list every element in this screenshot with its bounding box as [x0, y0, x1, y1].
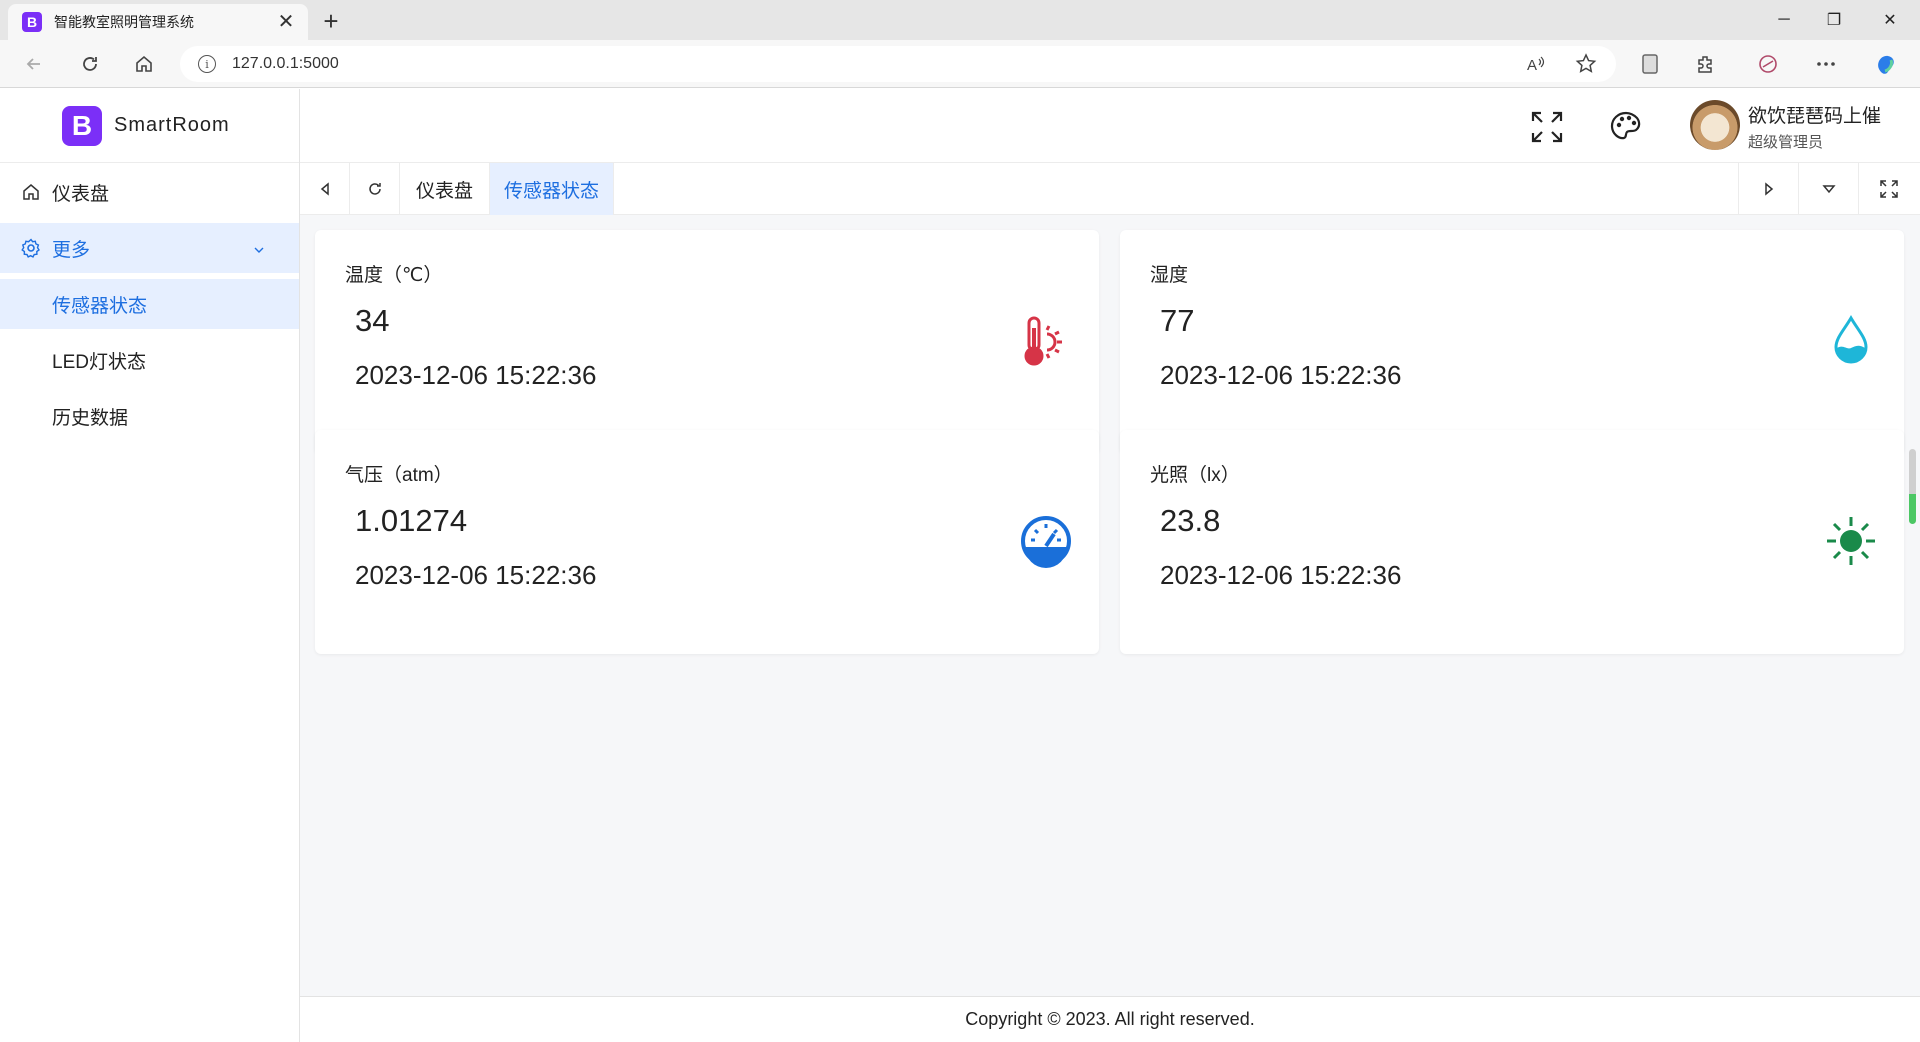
sidebar: B SmartRoom 仪表盘 更多 传感器状态 LED灯状态 历史数据	[0, 89, 300, 1042]
card-value: 1.01274	[355, 503, 468, 538]
sidebar-item-more[interactable]: 更多	[0, 223, 299, 273]
browser-tab-title: 智能教室照明管理系统	[54, 14, 194, 30]
browser-toolbar: i 127.0.0.1:5000 A	[0, 40, 1920, 88]
card-timestamp: 2023-12-06 15:22:36	[1160, 560, 1402, 590]
theme-palette-icon[interactable]	[1606, 107, 1646, 147]
svg-text:A: A	[1527, 57, 1537, 74]
url-text: 127.0.0.1:5000	[232, 55, 339, 72]
app-root: B SmartRoom 仪表盘 更多 传感器状态 LED灯状态 历史数据 欲饮琵…	[0, 89, 1920, 1042]
back-button[interactable]	[18, 48, 50, 80]
tabs-scroll-right-button[interactable]	[1738, 163, 1798, 215]
new-tab-button[interactable]: +	[316, 6, 346, 36]
refresh-tab-button[interactable]	[350, 163, 400, 215]
extensions-icon[interactable]	[1690, 48, 1722, 80]
site-info-icon[interactable]: i	[198, 55, 216, 73]
card-value: 23.8	[1160, 503, 1221, 538]
card-label: 湿度	[1150, 265, 1189, 286]
sidebar-item-label: 更多	[52, 239, 91, 261]
content-fullscreen-button[interactable]	[1858, 163, 1918, 215]
temperature-card: 温度（℃） 34 2023-12-06 15:22:36	[315, 230, 1099, 454]
sidebar-item-label: 历史数据	[52, 407, 129, 429]
sidebar-item-led-status[interactable]: LED灯状态	[0, 335, 299, 385]
sun-icon	[1824, 514, 1878, 568]
tab-label: 传感器状态	[503, 180, 599, 202]
sidebar-item-sensor-status[interactable]: 传感器状态	[0, 279, 299, 329]
maximize-button[interactable]: ❐	[1806, 0, 1862, 40]
browser-tab[interactable]: B 智能教室照明管理系统 ✕	[8, 4, 308, 40]
sidebar-item-dashboard[interactable]: 仪表盘	[0, 167, 299, 217]
card-label: 气压（atm）	[345, 465, 453, 486]
minimize-button[interactable]: ─	[1756, 0, 1812, 40]
close-window-button[interactable]: ✕	[1862, 0, 1918, 40]
sidebar-menu: 仪表盘 更多 传感器状态 LED灯状态 历史数据	[0, 163, 299, 441]
sidebar-item-label: LED灯状态	[52, 351, 146, 373]
sidebar-item-label: 仪表盘	[52, 183, 110, 205]
reload-button[interactable]	[74, 48, 106, 80]
profile-extension-icon[interactable]	[1752, 48, 1784, 80]
fullscreen-icon[interactable]	[1527, 107, 1567, 147]
card-timestamp: 2023-12-06 15:22:36	[355, 560, 597, 590]
card-timestamp: 2023-12-06 15:22:36	[355, 360, 597, 390]
gear-icon	[20, 237, 42, 259]
sidebar-item-label: 传感器状态	[52, 295, 148, 317]
favorite-star-icon[interactable]	[1570, 48, 1602, 80]
brand[interactable]: B SmartRoom	[0, 89, 299, 163]
reading-view-icon[interactable]	[1634, 48, 1666, 80]
tabs-scroll-left-button[interactable]	[300, 163, 350, 215]
tab-label: 仪表盘	[415, 180, 473, 202]
humidity-card: 湿度 77 2023-12-06 15:22:36	[1120, 230, 1904, 454]
light-card: 光照（lx） 23.8 2023-12-06 15:22:36	[1120, 430, 1904, 654]
page-tabs-bar: 仪表盘 传感器状态	[300, 163, 1920, 215]
copilot-icon[interactable]	[1870, 48, 1902, 80]
close-tab-icon[interactable]: ✕	[274, 12, 298, 32]
card-timestamp: 2023-12-06 15:22:36	[1160, 360, 1402, 390]
avatar[interactable]	[1690, 100, 1740, 150]
brand-logo: B	[62, 105, 102, 146]
card-value: 34	[355, 303, 390, 338]
copyright-text: Copyright © 2023. All right reserved.	[965, 1009, 1255, 1029]
user-role: 超级管理员	[1748, 134, 1824, 151]
read-aloud-icon[interactable]: A	[1520, 48, 1552, 80]
address-bar[interactable]: i 127.0.0.1:5000	[180, 46, 1616, 82]
tab-sensor-status[interactable]: 传感器状态	[490, 163, 614, 215]
chevron-down-icon	[253, 240, 265, 262]
app-header: 欲饮琵琶码上催 超级管理员	[300, 89, 1920, 163]
footer: Copyright © 2023. All right reserved.	[300, 996, 1920, 1042]
water-drop-icon	[1824, 314, 1878, 368]
browser-tabstrip: B 智能教室照明管理系统 ✕ + ─ ❐ ✕	[0, 0, 1920, 40]
pressure-card: 气压（atm） 1.01274 2023-12-06 15:22:36	[315, 430, 1099, 654]
sidebar-item-history[interactable]: 历史数据	[0, 391, 299, 441]
card-label: 光照（lx）	[1150, 465, 1240, 486]
page-scrollbar[interactable]	[1909, 449, 1916, 524]
tab-dashboard[interactable]: 仪表盘	[400, 163, 490, 215]
user-name[interactable]: 欲饮琵琶码上催	[1748, 101, 1881, 128]
card-label: 温度（℃）	[345, 265, 443, 286]
favicon-icon: B	[22, 12, 42, 32]
brand-name: SmartRoom	[114, 114, 230, 136]
thermometer-icon	[1019, 314, 1073, 368]
home-icon	[20, 181, 42, 203]
home-button[interactable]	[128, 48, 160, 80]
tabs-dropdown-button[interactable]	[1798, 163, 1858, 215]
more-menu-icon[interactable]	[1810, 48, 1842, 80]
card-value: 77	[1160, 303, 1195, 338]
gauge-icon	[1019, 514, 1073, 568]
